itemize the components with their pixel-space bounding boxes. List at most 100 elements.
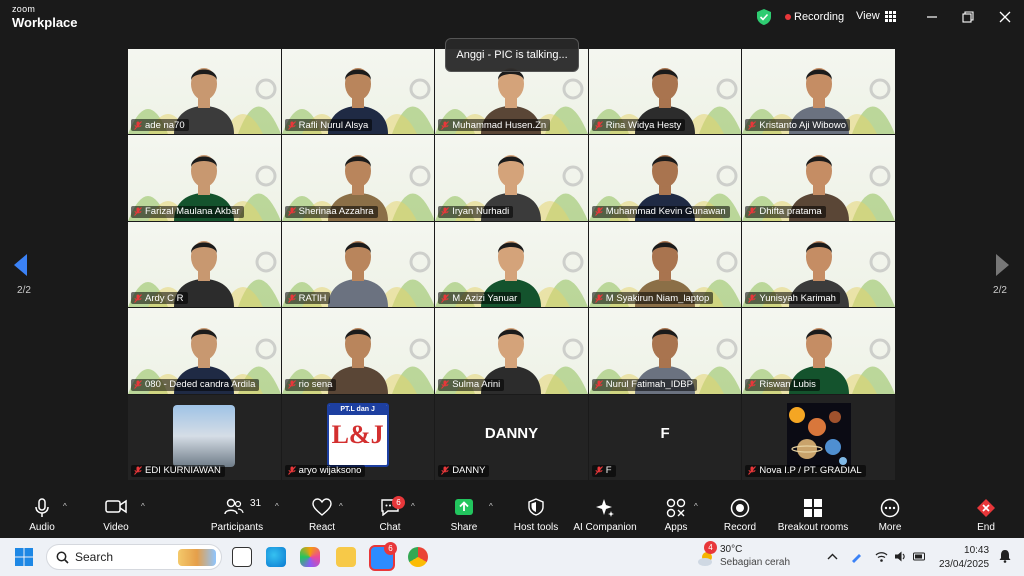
participant-name: RATIH [298, 292, 327, 304]
clock-time: 10:43 [964, 545, 990, 556]
participants-button[interactable]: 31 Participants [206, 490, 268, 538]
muted-microphone-icon [134, 293, 142, 303]
participant-name: Rina Widya Hesty [605, 119, 682, 131]
participant-tile[interactable]: Nurul Fatimah_IDBP [588, 308, 742, 394]
participant-tile[interactable]: Nova I.P / PT. GRADIAL [742, 394, 895, 480]
video-button[interactable]: Video [96, 490, 136, 538]
volume-icon[interactable] [894, 550, 907, 563]
participant-tile[interactable]: Sherinaa Azzahra [281, 135, 435, 221]
participant-name: 080 - Deded candra Ardila [145, 379, 256, 391]
video-label: Video [103, 522, 129, 533]
system-clock[interactable]: 10:43 23/04/2025 [939, 544, 989, 571]
participant-tile[interactable]: 080 - Deded candra Ardila [128, 308, 281, 394]
participant-tile[interactable]: M. Azizi Yanuar [435, 221, 588, 308]
battery-icon[interactable] [913, 550, 926, 563]
restore-icon[interactable] [960, 9, 976, 25]
pen-input-icon[interactable] [850, 550, 863, 563]
participant-tile[interactable]: Ardy C R [128, 221, 281, 308]
participant-name: F [605, 465, 612, 477]
chat-button[interactable]: Chat [370, 490, 410, 538]
audio-caret-icon[interactable]: ^ [63, 502, 67, 511]
participant-tile[interactable]: RATIH [281, 221, 435, 308]
video-caret-icon[interactable]: ^ [141, 502, 145, 511]
participant-tile[interactable]: FF [588, 394, 742, 480]
participant-tile[interactable]: M Syakirun Niam_laptop [588, 221, 742, 308]
audio-label: Audio [29, 522, 55, 533]
participant-tile[interactable]: EDI KURNIAWAN [128, 394, 281, 480]
participant-tile[interactable]: Sulma Arini [435, 308, 588, 394]
participant-tile[interactable]: Muhammad Kevin Gunawan [588, 135, 742, 221]
ai-companion-button[interactable]: AI Companion [572, 490, 638, 538]
participant-tile[interactable]: Dhifta pratama [742, 135, 895, 221]
participant-name: M Syakirun Niam_laptop [605, 292, 710, 304]
end-button[interactable]: End [966, 490, 1006, 538]
muted-microphone-icon [134, 207, 142, 217]
participant-tile[interactable]: ade na70 [128, 49, 281, 135]
participant-name-tag: Rafli Nurul Alsya [284, 119, 373, 132]
participant-name-tag: Sherinaa Azzahra [284, 205, 378, 218]
brand-line2: Workplace [12, 15, 78, 30]
search-highlight-image [178, 549, 216, 566]
participant-name: ade na70 [145, 119, 185, 131]
view-button[interactable]: View [856, 10, 896, 22]
chat-caret-icon[interactable]: ^ [411, 502, 415, 511]
chrome-icon[interactable] [408, 547, 428, 567]
participant-tile[interactable]: Iryan Nurhadi [435, 135, 588, 221]
participant-name-tag: aryo wijaksono [284, 464, 366, 477]
file-explorer-icon[interactable] [336, 547, 356, 567]
weather-widget[interactable]: 30°C Sebagian cerah [720, 544, 790, 569]
shield-icon[interactable] [757, 9, 771, 25]
notification-bell-icon[interactable] [998, 549, 1012, 563]
apps-button[interactable]: Apps [658, 490, 694, 538]
participant-name: Riswan Lubis [759, 379, 816, 391]
video-gallery: ade na70 Rafli Nurul Alsya Muhammad Husen.… [128, 49, 896, 481]
logo-main-text: L&J [331, 419, 384, 449]
participant-tile[interactable]: Kristanto Aji Wibowo [742, 49, 895, 135]
chevron-up-icon[interactable] [826, 550, 839, 563]
host-tools-button[interactable]: Host tools [510, 490, 562, 538]
participant-name-tag: Nova I.P / PT. GRADIAL [745, 464, 866, 477]
record-button[interactable]: Record [720, 490, 760, 538]
zoom-logo: zoom Workplace [12, 5, 78, 30]
muted-microphone-icon [748, 207, 757, 217]
participant-tile[interactable]: Riswan Lubis [742, 308, 895, 394]
close-icon[interactable] [997, 9, 1013, 25]
participant-name: Dhifta pratama [759, 206, 822, 218]
share-caret-icon[interactable]: ^ [489, 502, 493, 511]
participants-caret-icon[interactable]: ^ [275, 502, 279, 511]
next-page-arrow-icon[interactable] [995, 254, 1009, 276]
breakout-rooms-button[interactable]: Breakout rooms [774, 490, 852, 538]
react-button[interactable]: React [302, 490, 342, 538]
share-button[interactable]: Share [444, 490, 484, 538]
muted-microphone-icon [134, 380, 142, 389]
participant-name: DANNY [452, 465, 486, 477]
participant-tile[interactable]: Rina Widya Hesty [588, 49, 742, 135]
participant-tile[interactable]: rio sena [281, 308, 435, 394]
react-caret-icon[interactable]: ^ [339, 502, 343, 511]
muted-microphone-icon [594, 380, 603, 389]
windows-start-icon[interactable] [15, 548, 33, 566]
apps-icon [666, 498, 686, 518]
edge-browser-icon[interactable] [266, 547, 286, 567]
minimize-icon[interactable] [924, 9, 940, 25]
participant-tile[interactable]: DANNY DANNY [435, 394, 588, 480]
participant-tile[interactable]: Rafli Nurul Alsya [281, 49, 435, 135]
participant-tile[interactable]: Yunisyah Karimah [742, 221, 895, 308]
taskbar-search-input[interactable]: Search [46, 544, 222, 570]
task-view-icon[interactable] [232, 547, 252, 567]
recording-label[interactable]: Recording [794, 11, 844, 23]
participants-count: 31 [250, 498, 262, 509]
zoom-window: zoom Workplace Recording View 2/2 2/2 ad… [0, 0, 1024, 538]
more-button[interactable]: More [870, 490, 910, 538]
previous-page-arrow-icon[interactable] [14, 254, 28, 276]
apps-caret-icon[interactable]: ^ [694, 502, 698, 511]
audio-button[interactable]: Audio [22, 490, 62, 538]
participant-name-tag: ade na70 [131, 119, 189, 132]
more-icon [880, 498, 900, 518]
participant-name-tag: F [591, 464, 616, 477]
participant-tile[interactable]: Farizal Maulana Akbar [128, 135, 281, 221]
copilot-icon[interactable] [300, 547, 320, 567]
planets-avatar [787, 402, 852, 467]
participant-tile[interactable]: PT.L dan J L&J aryo wijaksono [281, 394, 435, 480]
wifi-icon[interactable] [875, 550, 888, 563]
